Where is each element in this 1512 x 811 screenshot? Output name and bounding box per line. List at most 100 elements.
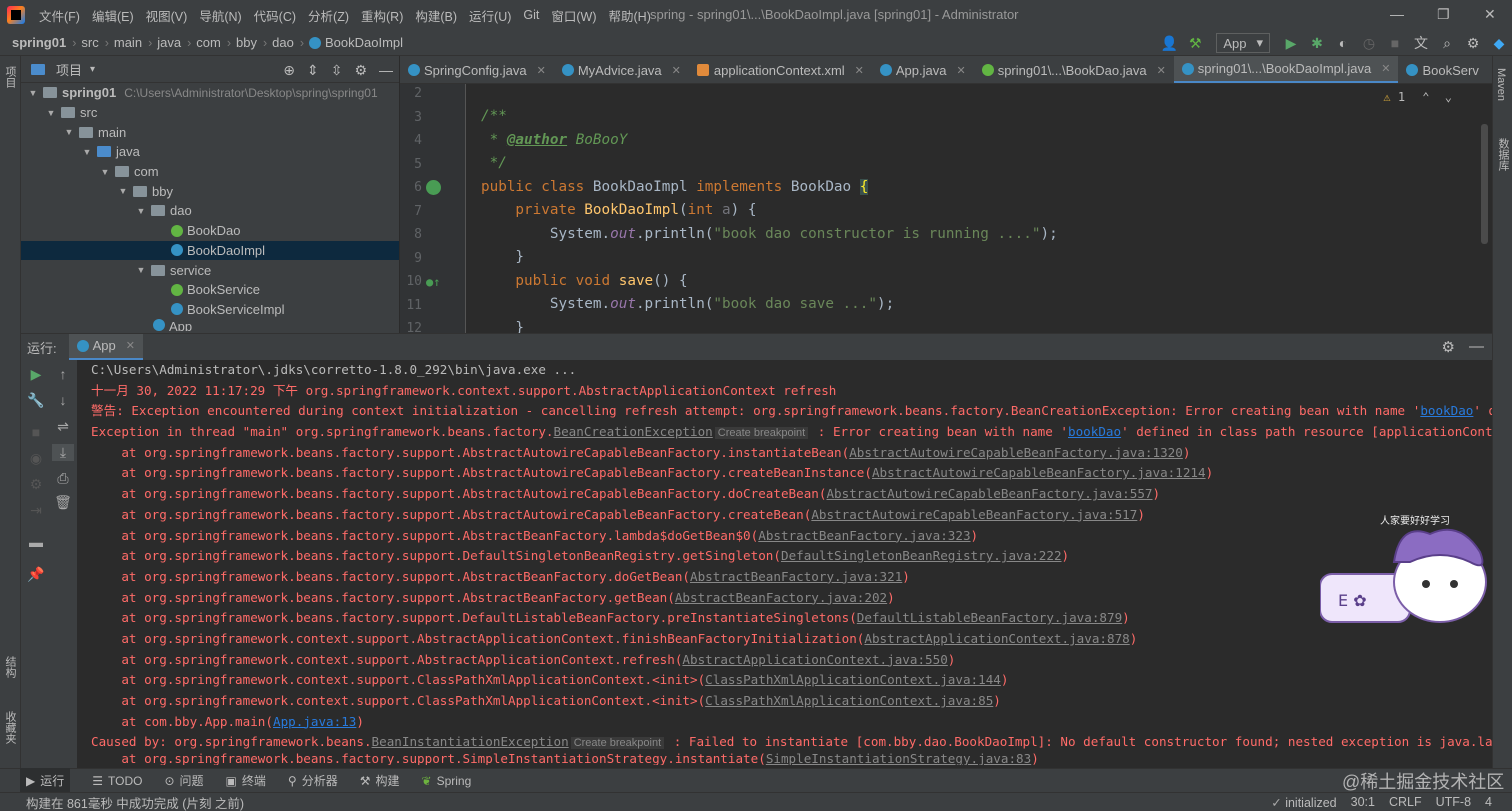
tool-tab-bookmarks[interactable]: 收藏夹 <box>2 711 18 744</box>
breadcrumb-project[interactable]: spring01 <box>12 35 66 50</box>
menu-file[interactable]: 文件(F) <box>33 6 86 25</box>
settings-gear-icon[interactable]: ⚙ <box>354 62 367 79</box>
run-config-selector[interactable]: App ▾ <box>1216 33 1270 53</box>
tree-item-main[interactable]: ▼ main <box>21 122 399 142</box>
scroll-to-end-icon[interactable]: ⤓ <box>52 444 74 461</box>
gear-dim-icon[interactable]: ⚙ <box>25 476 47 493</box>
tree-item-bby[interactable]: ▼ bby <box>21 181 399 201</box>
print-icon[interactable]: ⎙ <box>52 470 74 487</box>
tool-tab-project[interactable]: 项目 <box>2 66 18 88</box>
tree-item-app[interactable]: App <box>21 319 399 332</box>
user-icon[interactable]: 👤 <box>1156 35 1182 52</box>
caret-position[interactable]: 30:1 <box>1351 795 1375 810</box>
menu-run[interactable]: 运行(U) <box>463 6 517 25</box>
stop-icon[interactable]: ■ <box>25 424 47 440</box>
chevron-down-icon[interactable]: ⌄ <box>1445 90 1452 104</box>
tree-item-spring01[interactable]: ▼ spring01 C:\Users\Administrator\Deskto… <box>21 83 399 103</box>
arrow-down-icon[interactable]: ↓ <box>52 392 74 408</box>
tab-bookdaoimpl[interactable]: spring01\...\BookDaoImpl.java ✕ <box>1173 56 1399 83</box>
tree-item-bookserviceimpl[interactable]: BookServiceImpl <box>21 300 399 320</box>
close-icon[interactable]: ✕ <box>956 64 965 77</box>
breadcrumb-java[interactable]: java <box>157 35 181 50</box>
close-icon[interactable]: ✕ <box>672 64 681 77</box>
tree-item-src[interactable]: ▼ src <box>21 103 399 123</box>
arrow-up-icon[interactable]: ↑ <box>52 366 74 382</box>
bottom-tab-todo[interactable]: ☰ TODO <box>92 774 142 788</box>
tab-app[interactable]: App.java ✕ <box>872 56 974 83</box>
minimize-button[interactable]: — <box>1390 6 1404 22</box>
close-icon[interactable]: ✕ <box>1381 62 1390 75</box>
tab-myadvice[interactable]: MyAdvice.java ✕ <box>554 56 689 83</box>
breadcrumb-class[interactable]: BookDaoImpl <box>325 35 403 50</box>
exception-link[interactable]: BeanCreationException <box>554 424 713 439</box>
implements-gutter-icon[interactable] <box>426 180 441 195</box>
status-message[interactable]: 构建在 861毫秒 中成功完成 (片刻 之前) <box>26 793 244 811</box>
source-link[interactable]: DefaultSingletonBeanRegistry.java:222 <box>781 548 1062 563</box>
tool-tab-database[interactable]: 数据库 <box>1495 138 1511 171</box>
source-link[interactable]: App.java:13 <box>273 714 356 729</box>
tab-bookservice[interactable]: BookServ <box>1398 56 1486 83</box>
file-encoding[interactable]: UTF-8 <box>1436 795 1471 810</box>
source-link[interactable]: ClassPathXmlApplicationContext.java:144 <box>705 672 1001 687</box>
build-hammer-icon[interactable]: ⚒ <box>1182 35 1208 52</box>
translate-icon[interactable]: 文 <box>1408 33 1434 53</box>
create-breakpoint-hint[interactable]: Create breakpoint <box>570 737 665 750</box>
settings-gear-icon[interactable]: ⚙ <box>1442 338 1455 356</box>
source-link[interactable]: AbstractBeanFactory.java:323 <box>758 528 970 543</box>
bottom-tab-spring[interactable]: ❦ Spring <box>422 774 472 788</box>
code-editor[interactable]: 2 3 4 5 6 7 8 9 10 11 12 ●↑ /** * @autho… <box>400 84 1492 333</box>
breadcrumb-com[interactable]: com <box>196 35 221 50</box>
hide-panel-icon[interactable]: — <box>379 62 393 79</box>
menu-navigate[interactable]: 导航(N) <box>193 6 247 25</box>
source-link[interactable]: AbstractBeanFactory.java:321 <box>690 569 902 584</box>
tree-item-service[interactable]: ▼ service <box>21 260 399 280</box>
close-icon[interactable]: ✕ <box>126 339 135 352</box>
tool-tab-structure[interactable]: 结构 <box>2 656 18 678</box>
source-link[interactable]: AbstractAutowireCapableBeanFactory.java:… <box>849 445 1183 460</box>
inspection-widget[interactable]: ⚠ 1 ⌃ ⌄ <box>1383 90 1452 104</box>
tab-applicationcontext[interactable]: applicationContext.xml ✕ <box>689 56 872 83</box>
breadcrumb-src[interactable]: src <box>81 35 98 50</box>
bean-link[interactable]: bookDao <box>1420 403 1473 418</box>
bottom-tab-problems[interactable]: ⊙ 问题 <box>164 772 203 789</box>
source-link[interactable]: AbstractAutowireCapableBeanFactory.java:… <box>826 486 1152 501</box>
settings-gear-icon[interactable]: ⚙ <box>1460 35 1486 52</box>
create-breakpoint-hint[interactable]: Create breakpoint <box>714 427 809 440</box>
menu-git[interactable]: Git <box>517 8 545 22</box>
stop-icon[interactable]: ■ <box>1382 35 1408 51</box>
expand-all-icon[interactable]: ⇕ <box>307 62 319 79</box>
bean-link[interactable]: bookDao <box>1068 424 1121 439</box>
source-link[interactable]: DefaultListableBeanFactory.java:879 <box>857 610 1122 625</box>
menu-help[interactable]: 帮助(H) <box>603 6 657 25</box>
bottom-tab-profiler[interactable]: ⚲ 分析器 <box>288 772 338 789</box>
tab-bookdao[interactable]: spring01\...\BookDao.java ✕ <box>974 56 1174 83</box>
close-icon[interactable]: ✕ <box>855 64 864 77</box>
spring-initialized-status[interactable]: ✓ initialized <box>1271 795 1336 810</box>
tree-item-bookservice[interactable]: BookService <box>21 280 399 300</box>
tree-item-java[interactable]: ▼ java <box>21 142 399 162</box>
pin-icon[interactable]: 📌 <box>25 566 47 583</box>
exception-link[interactable]: BeanInstantiationException <box>372 734 569 749</box>
breadcrumb-bby[interactable]: bby <box>236 35 257 50</box>
rerun-icon[interactable]: ▶ <box>25 366 47 383</box>
search-icon[interactable]: ⌕ <box>1434 35 1460 52</box>
editor-scrollbar[interactable] <box>1481 124 1488 244</box>
source-link[interactable]: ClassPathXmlApplicationContext.java:85 <box>705 693 993 708</box>
close-icon[interactable]: ✕ <box>1157 64 1166 77</box>
source-link[interactable]: AbstractBeanFactory.java:202 <box>675 590 887 605</box>
locate-icon[interactable]: ⊕ <box>283 62 295 79</box>
hide-panel-icon[interactable]: — <box>1469 338 1484 356</box>
coverage-icon[interactable]: ◐ <box>1330 35 1356 51</box>
breadcrumb-dao[interactable]: dao <box>272 35 294 50</box>
source-link[interactable]: AbstractApplicationContext.java:878 <box>864 631 1129 646</box>
trash-icon[interactable]: 🗑 <box>52 494 74 511</box>
source-link[interactable]: SimpleInstantiationStrategy.java:83 <box>766 753 1031 765</box>
menu-view[interactable]: 视图(V) <box>140 6 194 25</box>
indent-setting[interactable]: 4 <box>1485 795 1492 810</box>
source-link[interactable]: AbstractAutowireCapableBeanFactory.java:… <box>872 465 1206 480</box>
line-separator[interactable]: CRLF <box>1389 795 1422 810</box>
debug-bug-icon[interactable]: ✱ <box>1304 35 1330 52</box>
tree-item-dao[interactable]: ▼ dao <box>21 201 399 221</box>
menu-code[interactable]: 代码(C) <box>248 6 302 25</box>
menu-window[interactable]: 窗口(W) <box>545 6 602 25</box>
